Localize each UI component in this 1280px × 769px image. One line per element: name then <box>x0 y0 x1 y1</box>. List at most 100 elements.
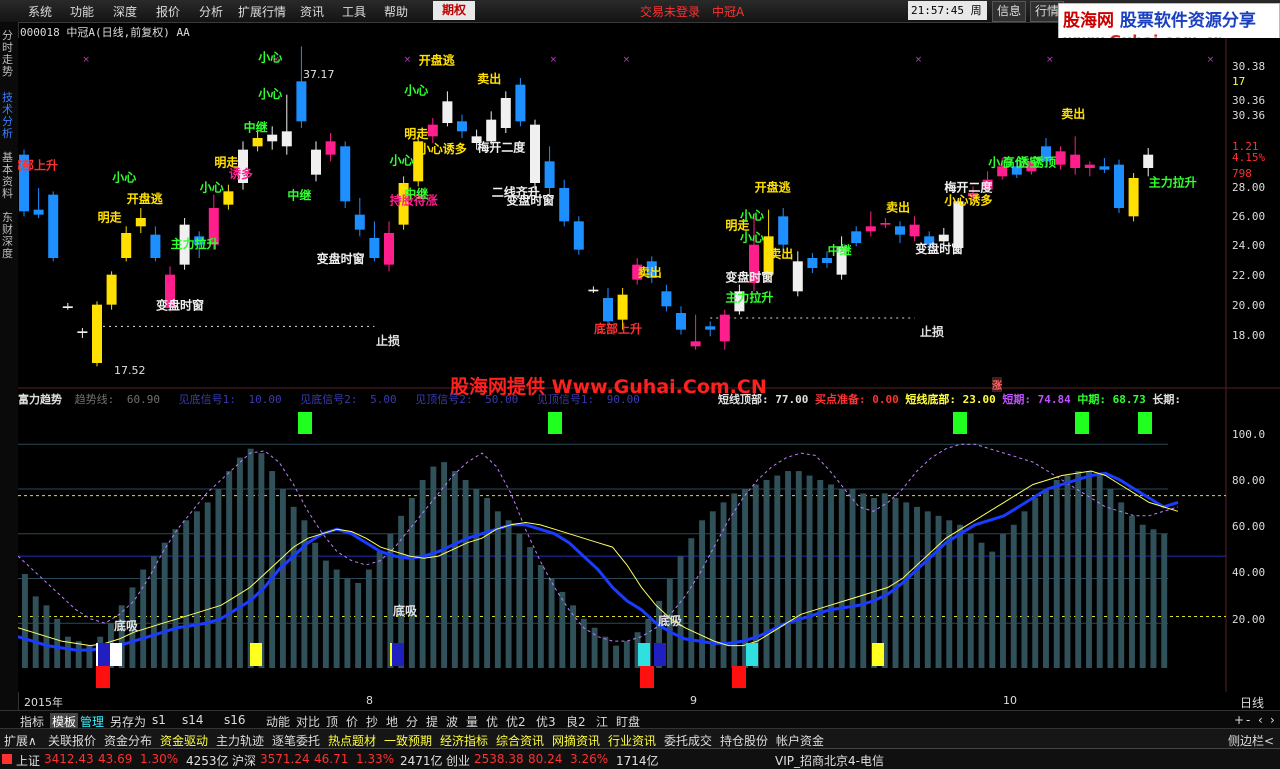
logo-name: 股海网 <box>1063 11 1114 31</box>
param-long: 长期: <box>1152 393 1181 406</box>
menu-function[interactable]: 功能 <box>70 3 94 20</box>
menu-help[interactable]: 帮助 <box>384 3 408 20</box>
menu-news[interactable]: 资讯 <box>300 3 324 20</box>
top-marker: × <box>404 55 412 65</box>
bottom-signal-block <box>732 666 746 688</box>
x-axis: 2015年 8 9 10 日线 <box>18 692 1280 711</box>
market-up-icon <box>2 754 12 764</box>
indicator-tab[interactable]: s16 <box>224 713 246 727</box>
zoom-button[interactable]: ‹ <box>1258 713 1263 727</box>
function-tab[interactable]: 委托成交 <box>664 732 712 749</box>
menu-depth[interactable]: 深度 <box>113 3 137 20</box>
info-button[interactable]: 信息 <box>992 1 1027 22</box>
hist-bar <box>591 627 598 668</box>
sh-amount: 4253亿 <box>186 754 229 768</box>
function-tab[interactable]: 热点题材 <box>328 732 376 749</box>
level-block <box>746 643 758 666</box>
function-tab[interactable]: 资金分布 <box>104 732 152 749</box>
signal-label: 小心 <box>258 86 282 101</box>
sz-amount: 2471亿 <box>400 754 443 768</box>
function-tab[interactable]: 逐笔委托 <box>272 732 320 749</box>
hist-bar <box>344 578 351 668</box>
function-tab[interactable]: 扩展∧ <box>4 732 37 749</box>
hist-bar <box>978 542 985 668</box>
bottom-signal-block <box>640 666 654 688</box>
sz-label: 沪深 <box>232 754 257 768</box>
absorb-label-2: 底吸 <box>393 604 418 618</box>
menu-analysis[interactable]: 分析 <box>199 3 223 20</box>
function-tab[interactable]: 一致预期 <box>384 732 432 749</box>
signal-label: 变盘时窗 <box>317 251 365 266</box>
function-tab[interactable]: 资金驱动 <box>160 732 208 749</box>
function-tab[interactable]: 帐户资金 <box>776 732 824 749</box>
function-tab[interactable]: 综合资讯 <box>496 732 544 749</box>
function-tab[interactable]: 关联报价 <box>48 732 96 749</box>
function-tab[interactable]: 网摘资讯 <box>552 732 600 749</box>
sidebar-toggle[interactable]: 侧边栏< <box>1228 732 1274 749</box>
function-tab[interactable]: 行业资讯 <box>608 732 656 749</box>
connection-status[interactable]: VIP_招商北京4-电信 <box>775 752 884 769</box>
hist-bar <box>462 480 469 668</box>
indicator-tab[interactable]: s14 <box>182 713 204 727</box>
hist-bar <box>1161 533 1168 668</box>
hist-bar <box>322 560 329 668</box>
function-tab[interactable]: 主力轨迹 <box>216 732 264 749</box>
menu-tools[interactable]: 工具 <box>342 3 366 20</box>
price-y-label: 22.00 <box>1232 269 1266 282</box>
param-top2: 见顶信号2: 50.00 <box>415 393 519 406</box>
top-marker: × <box>623 55 631 65</box>
hist-bar <box>1075 471 1082 668</box>
zoom-button[interactable]: - <box>1246 713 1250 727</box>
indicator-y-label: 100.0 <box>1232 428 1266 441</box>
candle <box>1128 173 1139 222</box>
menu-quote[interactable]: 报价 <box>156 3 180 20</box>
hist-bar <box>1064 475 1071 668</box>
hist-bar <box>828 484 834 668</box>
price-y-label: 30.36 <box>1232 94 1266 107</box>
top-marker: × <box>272 55 280 65</box>
top-marker: × <box>1207 55 1215 65</box>
stop-loss-label-1: 止损 <box>376 334 401 348</box>
menu-ext-market[interactable]: 扩展行情 <box>238 3 286 20</box>
stop-loss-label-2: 止损 <box>920 325 945 339</box>
param-short-bottom: 短线底部: 23.00 <box>905 393 996 406</box>
hist-bar <box>537 565 544 668</box>
hist-bar <box>161 542 168 668</box>
price-y-label: 30.38 <box>1232 60 1266 73</box>
hist-bar <box>226 471 233 668</box>
signal-label: 主力拉升 <box>1149 174 1197 189</box>
function-tab[interactable]: 经济指标 <box>440 732 488 749</box>
index-ticker: 上证 3412.43 43.69 1.30% 4253亿 沪深 3571.24 … <box>0 748 1280 769</box>
tab-technical[interactable]: 技术分析 <box>2 92 16 140</box>
bottom-signal-block <box>96 666 110 688</box>
tab-fundamental[interactable]: 基本资料 <box>2 152 16 200</box>
top-signal-block <box>1075 412 1089 434</box>
menu-options[interactable]: 期权 <box>433 1 475 20</box>
hist-bar <box>1096 475 1103 668</box>
sz-pct: 1.33% <box>356 752 395 766</box>
hist-bar <box>269 471 276 668</box>
menu-system[interactable]: 系统 <box>28 3 52 20</box>
signal-label: 中继 <box>404 186 428 201</box>
candle <box>92 301 102 367</box>
period-label[interactable]: 日线 <box>1240 694 1264 711</box>
zoom-button[interactable]: › <box>1270 713 1275 727</box>
trade-login-status[interactable]: 交易未登录 <box>640 3 700 20</box>
tab-intraday[interactable]: 分时走势 <box>2 30 16 78</box>
price-y-label: 798 <box>1232 167 1252 180</box>
candle <box>573 216 584 255</box>
signal-label: 变盘时窗 <box>156 298 204 313</box>
signal-label: 卖出 <box>477 71 501 86</box>
function-tab[interactable]: 持仓股份 <box>720 732 768 749</box>
price-y-label: 24.00 <box>1232 239 1266 252</box>
zoom-button[interactable]: + <box>1234 713 1244 727</box>
cy-value: 2538.38 <box>474 752 524 766</box>
left-tab-strip: 分时走势 技术分析 基本资料 东财深度 <box>0 22 19 712</box>
indicator-tab[interactable]: s1 <box>152 713 166 727</box>
candle <box>515 78 526 127</box>
hist-bar <box>172 529 179 668</box>
level-block <box>98 643 110 666</box>
hist-bar <box>871 497 877 668</box>
chart-area[interactable]: 底部上升小心开盘逃明走主力拉升小心变盘时窗明走诱多中继小心小心诱空顶降中继变盘时… <box>18 38 1280 692</box>
tab-eastmoney-depth[interactable]: 东财深度 <box>2 212 16 260</box>
